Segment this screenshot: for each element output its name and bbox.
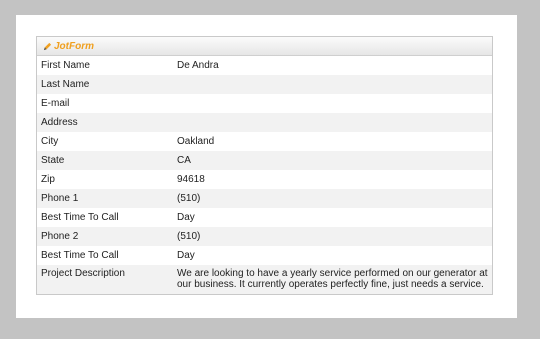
table-row: First Name De Andra xyxy=(37,56,492,75)
field-label: Phone 1 xyxy=(41,193,79,204)
field-label: Last Name xyxy=(41,79,90,90)
table-row: E-mail xyxy=(37,94,492,113)
table-row: Zip 94618 xyxy=(37,170,492,189)
table-row: Best Time To Call Day xyxy=(37,208,492,227)
field-label: Project Description xyxy=(41,268,125,279)
field-label: Phone 2 xyxy=(41,231,79,242)
field-value xyxy=(177,94,492,113)
field-label: Best Time To Call xyxy=(41,212,119,223)
field-value: We are looking to have a yearly service … xyxy=(177,268,488,290)
field-label: State xyxy=(41,155,65,166)
table-row: City Oakland xyxy=(37,132,492,151)
table-row: Phone 2 (510) xyxy=(37,227,492,246)
field-label: Best Time To Call xyxy=(41,250,119,261)
field-value: (510) xyxy=(177,231,201,242)
field-value: Oakland xyxy=(177,136,215,147)
logo-text: JotForm xyxy=(54,40,94,52)
table-row: Project Description We are looking to ha… xyxy=(37,265,492,294)
jotform-logo: JotForm xyxy=(43,41,94,52)
field-label: First Name xyxy=(41,60,90,71)
field-value xyxy=(177,75,492,94)
field-label: City xyxy=(41,136,59,147)
field-value: (510) xyxy=(177,193,201,204)
table-row: Last Name xyxy=(37,75,492,94)
field-value: De Andra xyxy=(177,60,219,71)
field-value: 94618 xyxy=(177,174,205,185)
field-label: E-mail xyxy=(41,98,70,109)
field-value: Day xyxy=(177,212,195,223)
table-row: State CA xyxy=(37,151,492,170)
pencil-icon xyxy=(43,42,52,50)
table-row: Address xyxy=(37,113,492,132)
submission-table: JotForm First Name De Andra Last Name E-… xyxy=(36,36,493,295)
field-label: Address xyxy=(41,117,78,128)
field-value xyxy=(177,113,492,132)
table-header: JotForm xyxy=(37,37,492,56)
table-row: Phone 1 (510) xyxy=(37,189,492,208)
field-value: Day xyxy=(177,250,195,261)
field-value: CA xyxy=(177,155,191,166)
table-row: Best Time To Call Day xyxy=(37,246,492,265)
email-card: JotForm First Name De Andra Last Name E-… xyxy=(16,15,517,318)
field-label: Zip xyxy=(41,174,55,185)
